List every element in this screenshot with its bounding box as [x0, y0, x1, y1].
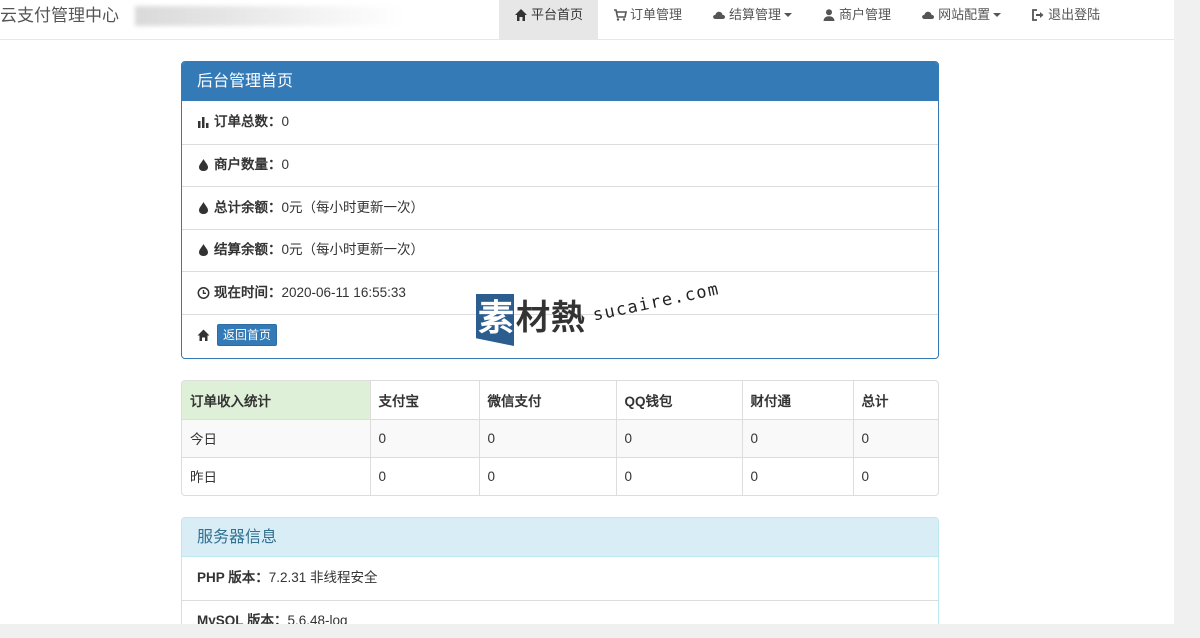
nav-item-home[interactable]: 平台首页: [499, 0, 599, 40]
table-row: 昨日 0 0 0 0 0: [182, 456, 938, 495]
clock-icon: [197, 286, 210, 300]
field-label: 结算余额：: [214, 242, 282, 258]
main-nav: 平台首页 订单管理 结算管理 商户管理 网站配置 退出登陆: [499, 0, 1115, 40]
table-cell: 0: [853, 418, 938, 457]
table-cell: 昨日: [182, 456, 371, 495]
column-header: QQ钱包: [616, 381, 743, 419]
table-cell: 0: [742, 456, 854, 495]
panel-title: 服务器信息: [182, 518, 938, 557]
field-label: 现在时间：: [214, 284, 282, 300]
chevron-down-icon: [993, 13, 1002, 17]
column-header: 财付通: [742, 381, 854, 419]
nav-item-orders[interactable]: 订单管理: [598, 0, 697, 40]
nav-item-settlement[interactable]: 结算管理: [697, 0, 807, 40]
cloud-icon: [921, 8, 935, 22]
list-item-merchant-count: 商户数量： 0: [182, 143, 938, 187]
table-cell: 0: [479, 418, 617, 457]
table-cell: 0: [616, 418, 743, 457]
field-value: 5.6.48-log: [287, 613, 348, 624]
cart-icon: [613, 8, 627, 22]
field-value: 0: [281, 157, 290, 173]
field-label: PHP 版本：: [197, 570, 269, 586]
nav-item-label: 退出登陆: [1048, 7, 1101, 22]
list-item-order-count: 订单总数： 0: [182, 101, 938, 144]
field-value: 7.2.31 非线程安全: [268, 570, 378, 586]
table-cell: 0: [370, 456, 480, 495]
field-label: MySQL 版本：: [197, 613, 288, 624]
nav-item-label: 商户管理: [839, 7, 892, 22]
list-item-settlement-balance: 结算余额： 0元（每小时更新一次）: [182, 228, 938, 272]
table-cell: 0: [370, 418, 480, 457]
tint-icon: [197, 201, 210, 215]
list-item-mysql-version: MySQL 版本： 5.6.48-log: [182, 599, 938, 624]
field-value: 0: [281, 114, 290, 130]
column-header: 支付宝: [370, 381, 480, 419]
list-item-total-balance: 总计余额： 0元（每小时更新一次）: [182, 186, 938, 229]
user-icon: [822, 8, 836, 22]
column-header: 总计: [861, 393, 889, 409]
tint-icon: [197, 243, 210, 257]
redacted-brand-area: [135, 6, 405, 26]
column-header: 微信支付: [479, 381, 617, 419]
stats-icon: [197, 115, 210, 129]
server-info-panel: 服务器信息 PHP 版本： 7.2.31 非线程安全 MySQL 版本： 5.6…: [181, 517, 939, 624]
field-value: 0元（每小时更新一次）: [281, 199, 425, 215]
table-cell: 今日: [182, 418, 371, 457]
nav-item-logout[interactable]: 退出登陆: [1016, 0, 1115, 40]
return-home-button[interactable]: 返回首页: [217, 324, 278, 347]
watermark-chars: 材熱: [516, 299, 586, 337]
nav-item-label: 订单管理: [630, 7, 683, 22]
brand-title[interactable]: 云支付管理中心: [0, 0, 119, 40]
table-cell: 0: [479, 456, 617, 495]
home-icon: [197, 328, 210, 342]
nav-item-merchants[interactable]: 商户管理: [807, 0, 906, 40]
nav-item-label: 结算管理: [729, 7, 782, 22]
field-label: 订单总数：: [214, 114, 282, 130]
field-label: 商户数量：: [214, 157, 282, 173]
panel-title: 后台管理首页: [182, 62, 938, 101]
home-icon: [514, 8, 528, 22]
cloud-icon: [712, 8, 726, 22]
income-stats-table: 订单收入统计 支付宝 微信支付 QQ钱包 财付通 总计 今日 0 0 0 0 0: [181, 380, 939, 496]
watermark-char: 素: [478, 297, 515, 338]
watermark-logo: 素 材熱 sucaire.com: [476, 279, 736, 352]
field-label: 总计余额：: [214, 199, 282, 215]
tint-icon: [197, 158, 210, 172]
table-row: 今日 0 0 0 0 0: [182, 418, 938, 457]
field-value: 0元（每小时更新一次）: [281, 242, 425, 258]
nav-item-site-config[interactable]: 网站配置: [906, 0, 1016, 40]
nav-item-label: 平台首页: [531, 7, 584, 22]
nav-item-label: 网站配置: [938, 7, 991, 22]
logout-icon: [1031, 8, 1045, 22]
table-cell: 0: [742, 418, 854, 457]
table-cell: 0: [616, 456, 743, 495]
column-header: 订单收入统计: [182, 381, 371, 419]
chevron-down-icon: [784, 13, 793, 17]
table-header-row: 订单收入统计 支付宝 微信支付 QQ钱包 财付通 总计: [182, 381, 938, 419]
page: 云支付管理中心 平台首页 订单管理 结算管理 商户管理 网站配置 退出登陆 后台…: [0, 0, 1174, 624]
table-cell: 0: [853, 456, 938, 495]
field-value: 2020-06-11 16:55:33: [281, 284, 406, 300]
list-item-php-version: PHP 版本： 7.2.31 非线程安全: [182, 557, 938, 600]
navbar: 云支付管理中心 平台首页 订单管理 结算管理 商户管理 网站配置 退出登陆: [0, 0, 1174, 40]
